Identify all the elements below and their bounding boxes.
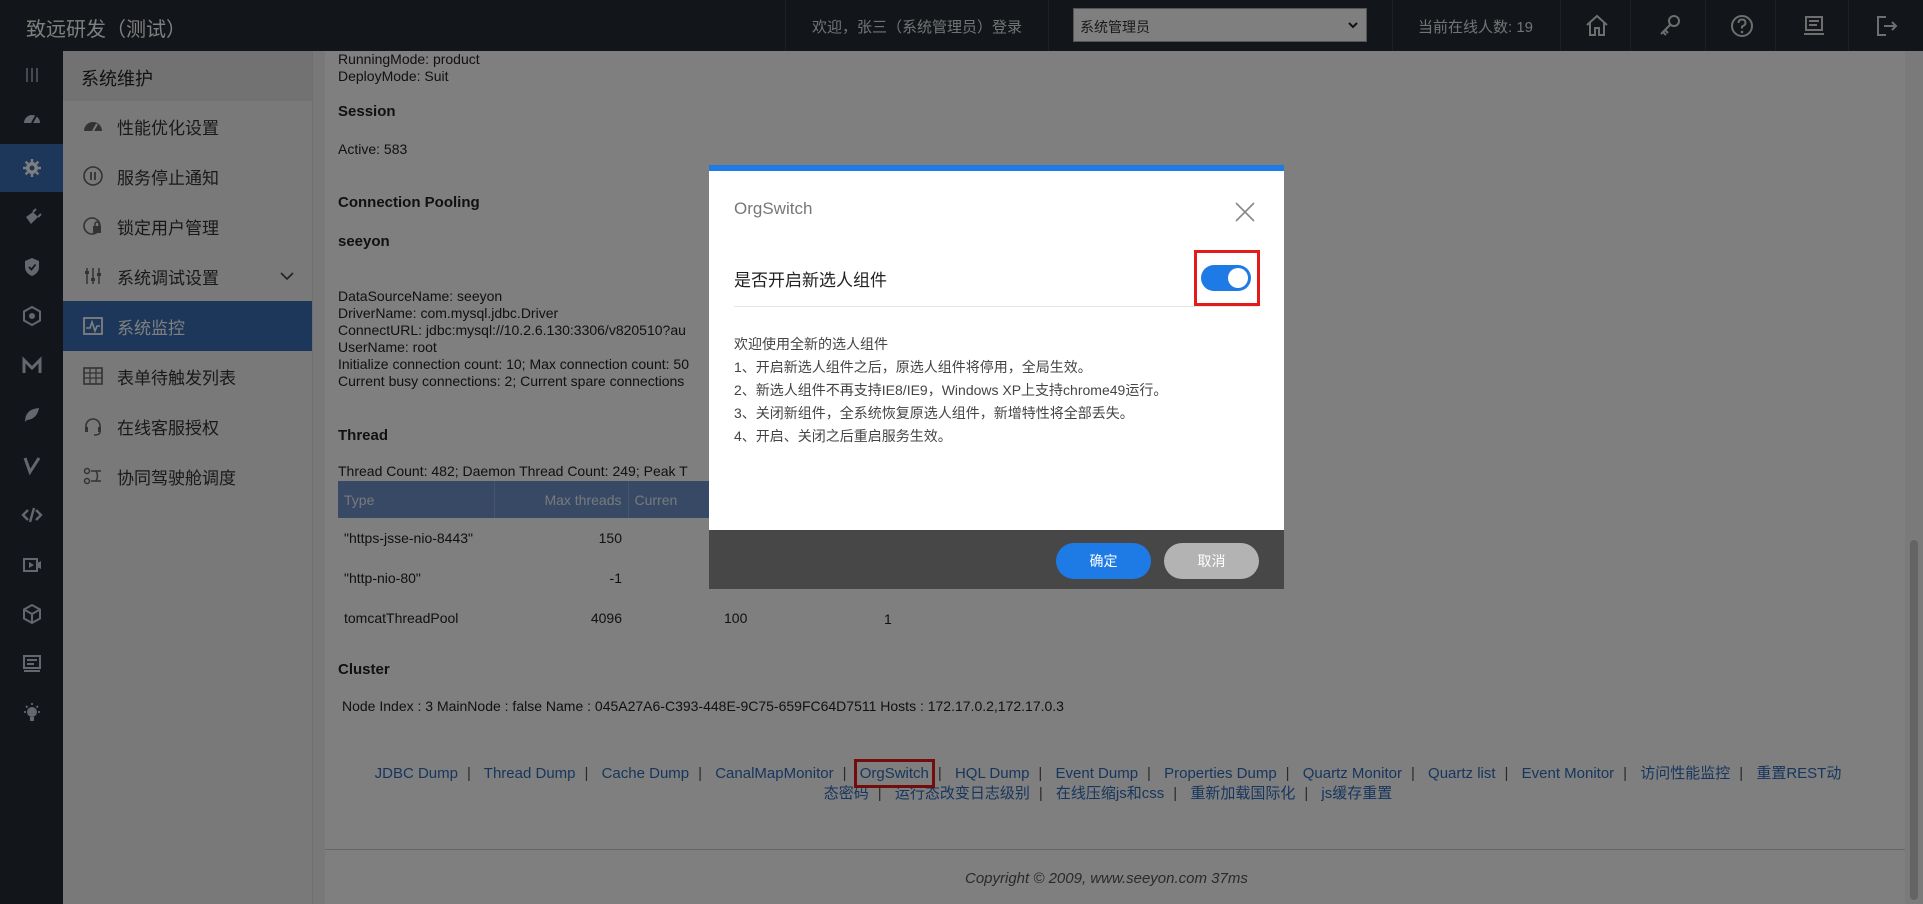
cancel-button[interactable]: 取消 xyxy=(1164,543,1259,579)
close-icon[interactable] xyxy=(1234,201,1256,223)
highlight-box xyxy=(1194,250,1260,306)
dialog-body: 是否开启新选人组件 欢迎使用全新的选人组件 1、开启新选人组件之后，原选人组件将… xyxy=(709,239,1284,529)
orgswitch-dialog: OrgSwitch 是否开启新选人组件 欢迎使用全新的选人组件 1、开启新选人组… xyxy=(709,165,1284,589)
dialog-footer: 确定 取消 xyxy=(709,530,1284,589)
description-line: 2、新选人组件不再支持IE8/IE9，Windows XP上支持chrome49… xyxy=(734,382,1168,398)
dialog-title: OrgSwitch xyxy=(734,199,813,218)
divider xyxy=(734,306,1259,307)
description-line: 4、开启、关闭之后重启服务生效。 xyxy=(734,428,952,444)
confirm-button[interactable]: 确定 xyxy=(1056,543,1151,579)
description-line: 1、开启新选人组件之后，原选人组件将停用，全局生效。 xyxy=(734,359,1092,375)
description-line: 欢迎使用全新的选人组件 xyxy=(734,336,888,352)
option-label: 是否开启新选人组件 xyxy=(734,271,887,290)
description-line: 3、关闭新组件，全系统恢复原选人组件，新增特性将全部丢失。 xyxy=(734,405,1134,421)
